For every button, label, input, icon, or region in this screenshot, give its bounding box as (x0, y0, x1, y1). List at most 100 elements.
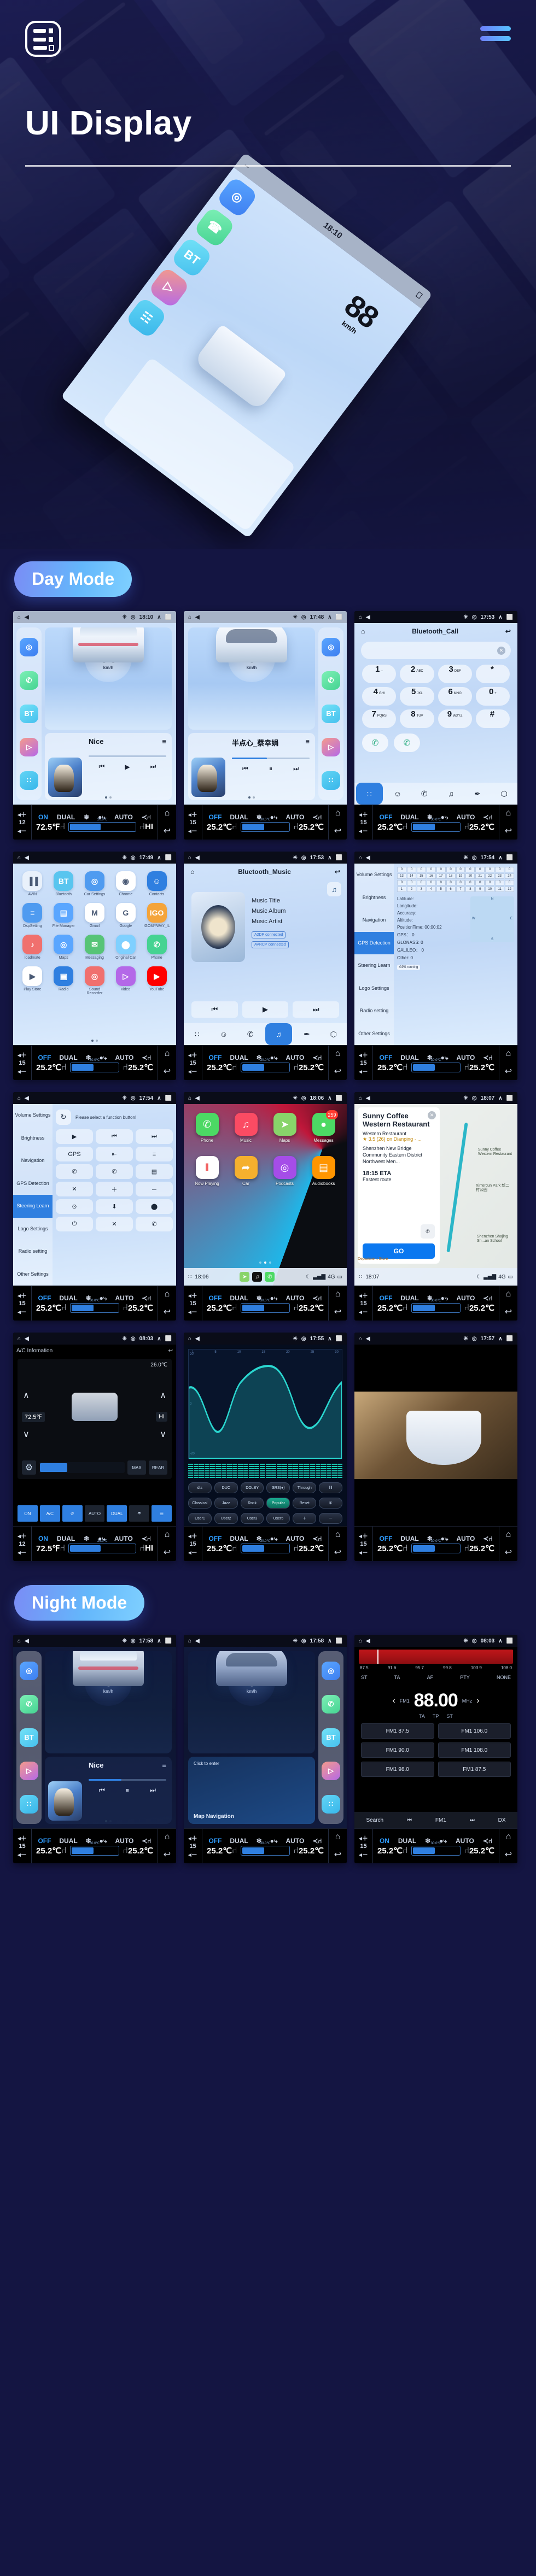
right-seat-icon[interactable]: ⑁ (139, 822, 145, 832)
settings-nav-item[interactable]: Steering Learn (354, 954, 394, 977)
next-station-button[interactable]: › (476, 1696, 479, 1706)
file-manager-icon[interactable]: ▤ (54, 903, 74, 923)
volume-control[interactable]: ◂＋ 12 ◂－ (13, 805, 32, 840)
volume-control[interactable]: ◂＋ 15 ◂－ (184, 1046, 202, 1080)
left-temperature[interactable]: 72.5℉ (36, 822, 60, 832)
left-temperature[interactable]: 25.2℃ (207, 1846, 232, 1856)
equalizer-button[interactable]: ≡ (162, 737, 166, 746)
previous-track-button[interactable]: ⏮ (99, 762, 105, 771)
home-button-icon[interactable]: ⌂ (335, 1530, 341, 1540)
seat-airflow-icon[interactable]: ≺⑁ (483, 1054, 492, 1061)
temperature-slider[interactable]: 30.0℃ (411, 1842, 461, 1856)
bluetooth-icon[interactable]: BT (322, 1728, 340, 1747)
eq-button[interactable]: Popular (266, 1498, 290, 1509)
rds-ta[interactable]: TA (394, 1675, 400, 1680)
radio-control-button[interactable]: ⏮ (407, 1817, 412, 1823)
eq-button[interactable]: Jazz (214, 1498, 238, 1509)
nav-icon[interactable]: ◎ (322, 1662, 340, 1681)
back-button-icon[interactable]: ↩ (505, 1849, 512, 1860)
preset-button[interactable]: FM1 87.5 (438, 1762, 511, 1777)
steering-function-button[interactable]: ＋ (96, 1182, 133, 1196)
dialpad-key-*[interactable]: * (475, 665, 510, 683)
seat-airflow-icon[interactable]: ≺⑁ (142, 1054, 151, 1061)
seat-airflow-icon[interactable]: ≺⑁ (483, 1294, 492, 1302)
volume-control[interactable]: ◂＋ 15 ◂－ (184, 1286, 202, 1321)
list-item[interactable]: ♪ loadmate (19, 935, 46, 960)
media-icon[interactable]: ▷ (322, 737, 340, 756)
home-button-icon[interactable]: ⌂ (335, 1049, 341, 1059)
media-icon[interactable]: ▷ (20, 737, 38, 756)
previous-station-button[interactable]: ‹ (392, 1696, 395, 1706)
tab-music[interactable]: ♫ (438, 783, 464, 805)
clear-icon[interactable]: ✕ (497, 646, 505, 655)
auto-mode-label[interactable]: AUTO (114, 1535, 133, 1542)
temperature-slider[interactable]: 26.0℃ (68, 1540, 137, 1553)
contacts-icon[interactable]: ☺ (147, 871, 167, 891)
previous-track-button[interactable]: ⏮ (242, 765, 248, 773)
audiobooks-icon[interactable]: ▤ (312, 1156, 335, 1179)
auto-mode-label[interactable]: AUTO (115, 1837, 134, 1845)
hamburger-menu-icon[interactable] (480, 26, 511, 41)
auto-mode-label[interactable]: AUTO (115, 1054, 134, 1061)
home-button-icon[interactable]: ⌂ (165, 808, 170, 818)
dual-mode-label[interactable]: DUAL (398, 1837, 416, 1845)
rds-pty[interactable]: PTY (460, 1675, 470, 1680)
steering-function-button[interactable]: ▤ (136, 1164, 173, 1179)
recirculation-icon[interactable]: ●⤷ (441, 1294, 448, 1302)
volume-control[interactable]: ◂＋ 12 ◂－ (13, 1527, 32, 1561)
ac-power-state[interactable]: OFF (208, 1054, 222, 1061)
settings-nav-item[interactable]: Brightness (354, 887, 394, 909)
seat-airflow-icon[interactable]: ≺⑁ (142, 813, 151, 821)
ac-power-state[interactable]: OFF (208, 813, 222, 821)
right-seat-icon[interactable]: ⑁ (464, 1303, 469, 1313)
auto-mode-label[interactable]: AUTO (286, 1837, 305, 1845)
right-seat-icon[interactable]: ⑁ (464, 1846, 469, 1856)
right-temperature[interactable]: 25.2℃ (469, 1544, 494, 1553)
maps-icon[interactable]: ➤ (240, 1272, 250, 1282)
music-icon[interactable]: ♫ (234, 1113, 258, 1136)
left-temperature[interactable]: 25.2℃ (36, 1303, 61, 1313)
car-settings-icon[interactable]: ◎ (84, 871, 104, 891)
settings-nav-item[interactable]: Other Settings (354, 1023, 394, 1046)
recirculation-icon[interactable]: ●⤷ (100, 1294, 107, 1302)
list-item[interactable]: ▶ YouTube (143, 966, 171, 995)
recirculation-icon[interactable]: ●⤷ (441, 1535, 448, 1543)
right-temperature[interactable]: 25.2℃ (128, 1303, 153, 1313)
ac-power-state[interactable]: OFF (208, 1837, 222, 1845)
preset-button[interactable]: FM1 98.0 (361, 1762, 434, 1777)
apps-icon[interactable]: ∷ (322, 771, 340, 790)
recirculation-icon[interactable]: ●⤷ (270, 1535, 278, 1543)
play-store-icon[interactable]: ▶ (22, 966, 43, 986)
recirculation-icon[interactable]: ●⤷ (441, 1054, 448, 1062)
gmail-icon[interactable]: M (84, 903, 104, 923)
steering-function-button[interactable]: ▶ (56, 1129, 93, 1144)
eq-button[interactable]: Rock (240, 1498, 264, 1509)
temperature-slider[interactable]: 30.0℃ (240, 1540, 290, 1553)
media-icon[interactable]: ▷ (20, 1761, 38, 1780)
list-item[interactable]: ● 259 Messages (306, 1110, 341, 1143)
app-grid-icon[interactable]: ∷ (188, 1274, 191, 1280)
right-seat-icon[interactable]: ⑁ (464, 1063, 469, 1072)
dialpad-key-2[interactable]: 2 ABC (400, 665, 434, 683)
list-item[interactable]: ◉ Chrome (112, 871, 139, 896)
temperature-slider[interactable]: 30.0℃ (411, 1299, 461, 1313)
steering-function-button[interactable]: ⏻ (56, 1217, 93, 1231)
apps-icon[interactable]: ∷ (20, 771, 38, 790)
preset-button[interactable]: FM1 108.0 (438, 1742, 511, 1758)
left-seat-icon[interactable]: ⑁ (61, 1303, 67, 1313)
right-seat-icon[interactable]: ⑁ (123, 1063, 128, 1072)
dialpad-key-8[interactable]: 8 TUV (400, 709, 434, 728)
dialpad-key-6[interactable]: 6 MNO (438, 687, 472, 706)
next-track-button[interactable]: ⏭ (150, 762, 156, 771)
settings-nav-item[interactable]: Radio setting (354, 1000, 394, 1023)
steering-function-button[interactable]: ⬤ (136, 1199, 173, 1214)
temperature-slider[interactable]: 30.0℃ (69, 1842, 120, 1856)
auto-mode-label[interactable]: AUTO (457, 813, 475, 821)
home-icon[interactable]: ⌂ (190, 868, 194, 876)
phone-icon[interactable]: ✆ (265, 1272, 275, 1282)
volume-control[interactable]: ◂＋ 15 ◂－ (354, 805, 373, 840)
maps-icon[interactable]: ◎ (54, 935, 74, 954)
nav-icon[interactable]: ◎ (322, 638, 340, 657)
tab-call-log[interactable]: ✆ (237, 1023, 264, 1045)
fan-speed-slider[interactable] (39, 1462, 125, 1473)
